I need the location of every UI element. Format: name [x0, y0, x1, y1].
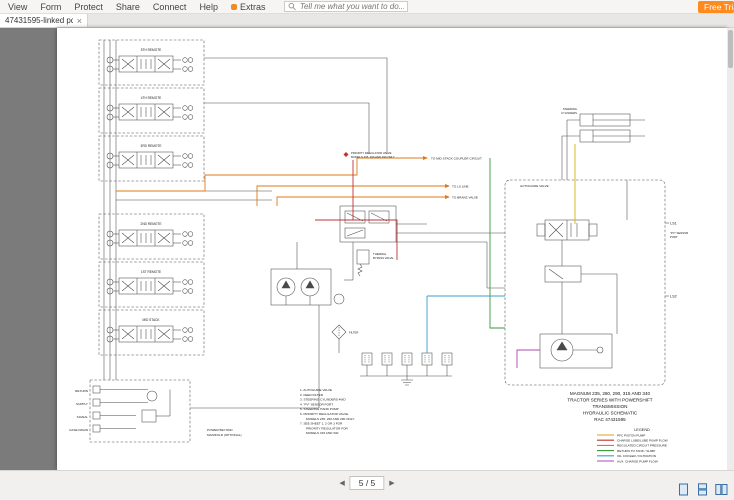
menu-item-view[interactable]: View — [8, 2, 27, 12]
remote-label: 4TH REMOTE — [141, 96, 162, 100]
title-line-1: MAGNUM 235, 260, 290, 315 AND 340 — [570, 391, 651, 396]
page-navigation: ◀ 5 / 5 ▶ — [339, 476, 394, 490]
menu-item-connect[interactable]: Connect — [153, 2, 187, 12]
remote-valve-section-1: 5TH REMOTE — [99, 40, 204, 85]
menu-item-form[interactable]: Form — [40, 2, 61, 12]
remote-label: 5TH REMOTE — [141, 48, 162, 52]
note-line: 5. STEERING HAND PUMP — [300, 407, 339, 411]
legend-label-4: RETURN TO TANK / SUMP — [617, 449, 655, 453]
legend-label-5: OIL COOLER / FILTRATION — [617, 454, 656, 458]
port-case-drain-label: CASE DRAIN — [69, 428, 88, 432]
port-supply-label: SUPPLY — [76, 402, 88, 406]
menu-item-extras[interactable]: Extras — [231, 2, 266, 12]
note-line: MODELS 235, 260 AND 290 ONLY. — [306, 417, 355, 421]
view-mode-controls — [677, 483, 728, 496]
thermal-bypass-valve — [357, 250, 369, 276]
remote-valve-section-6: MID STACK — [99, 310, 204, 355]
priority-valve-block — [340, 206, 505, 288]
tab-close-icon[interactable]: × — [77, 16, 82, 26]
menu-item-protect[interactable]: Protect — [74, 2, 103, 12]
document-view-area: 5TH REMOTE 4TH REMOTE — [0, 28, 734, 470]
facing-view-icon[interactable] — [715, 483, 728, 496]
annotation-ls1: LS1 — [670, 222, 677, 226]
remote-valve-section-4: 2ND REMOTE — [99, 214, 204, 259]
status-bar: ◀ 5 / 5 ▶ — [0, 470, 734, 500]
remote-label: 1ST REMOTE — [141, 270, 161, 274]
legend: LEGEND PFC PISTON PUMP CHARGE LUBE/LUBE … — [597, 428, 668, 463]
document-tab-bar: 47431595-linked pdf.pdf × — [0, 14, 734, 28]
prev-page-button[interactable]: ◀ — [339, 479, 344, 487]
title-line-4: HYDRAULIC SCHEMATIC — [583, 411, 638, 416]
note-line: MODELS 315 AND 340 — [306, 431, 339, 435]
annotation-autoguide: AUTOGUIDE VALVE — [520, 184, 549, 188]
note-line: 3. STEERING CYLINDERS 4WD — [300, 398, 346, 402]
circuit-lines — [116, 144, 575, 368]
continuous-view-icon[interactable] — [696, 483, 709, 496]
power-beyond-manifold: RETURN SUPPLY SIGNAL CASE DRAIN — [69, 380, 190, 442]
note-line: 1. AUTOGUIDE VALVE — [300, 388, 332, 392]
menu-item-help[interactable]: Help — [199, 2, 218, 12]
note-line: 2. FEED FILTER — [300, 393, 324, 397]
remote-valve-section-5: 1ST REMOTE — [99, 262, 204, 307]
lower-valve-row — [360, 353, 452, 385]
note-line: 6. PRIORITY REGULATOR VALVE — [300, 412, 348, 416]
title-block: MAGNUM 235, 260, 290, 315 AND 340 TRACTO… — [567, 391, 652, 422]
menu-item-extras-label: Extras — [240, 2, 266, 12]
remote-label: 3RD REMOTE — [141, 144, 162, 148]
scrollbar-thumb[interactable] — [728, 30, 733, 68]
document-tab[interactable]: 47431595-linked pdf.pdf × — [0, 14, 88, 27]
steering-cylinders — [562, 114, 645, 180]
vertical-scrollbar[interactable] — [727, 28, 734, 470]
legend-label-2: CHARGE LUBE/LUBE PUMP FLOW — [617, 439, 668, 443]
legend-label-6: AUX. CHARGE PUMP FLOW — [617, 459, 658, 463]
power-beyond-label-1: POWER BEYOND — [207, 428, 233, 432]
note-line: 7. SEE SHEET 1, 2 OR 3 FOR — [300, 422, 343, 426]
annotation-filter: FILTER — [349, 331, 358, 335]
assistant-search-box[interactable] — [284, 1, 408, 12]
next-page-button[interactable]: ▶ — [389, 479, 394, 487]
page-number-indicator[interactable]: 5 / 5 — [350, 476, 385, 490]
remote-valve-section-2: 4TH REMOTE — [99, 88, 204, 133]
annotation-mid-stack: TO MID STACK COUPLER CIRCUIT — [431, 157, 482, 161]
remote-label: 2ND REMOTE — [141, 222, 162, 226]
free-trial-button[interactable]: Free Trial — [698, 1, 734, 13]
remote-valve-section-3: 3RD REMOTE — [99, 136, 204, 181]
annotation-ls-line: TO LS LINE — [452, 185, 469, 189]
title-line-2: TRACTOR SERIES WITH POWERSHIFT — [567, 398, 652, 403]
note-line: PRIORITY REGULATOR FOR — [306, 426, 349, 430]
port-signal-label: SIGNAL — [77, 415, 89, 419]
annotation-priority-2: MODELS 235, 260 AND 290 ONLY — [351, 155, 395, 159]
note-line: 4. "PV" SENSOR PORT — [300, 402, 333, 406]
autoguide-valve-assembly — [505, 180, 669, 385]
menu-bar: View Form Protect Share Connect Help Ext… — [0, 0, 734, 14]
annotation-ls2: LS2 — [670, 295, 677, 299]
legend-label-3: REGULATED CIRCUIT PRESSURE — [617, 444, 667, 448]
pump-assembly — [271, 242, 353, 305]
notes-list: 1. AUTOGUIDE VALVE 2. FEED FILTER 3. STE… — [300, 388, 355, 435]
remote-label: MID STACK — [142, 318, 160, 322]
power-beyond-label-2: MANIFOLD (OPTIONAL) — [207, 433, 242, 437]
port-return-label: RETURN — [75, 389, 88, 393]
annotation-brake-valve: TO BRAKE VALVE — [452, 196, 478, 200]
title-line-5: RAC 47431595 — [594, 417, 626, 422]
legend-title: LEGEND — [634, 428, 650, 432]
annotation-pv-sensor-2: PORT — [670, 235, 678, 239]
title-line-3: TRANSMISSION — [593, 404, 628, 409]
search-icon — [288, 2, 296, 11]
annotation-steering-2: CYLINDERS — [561, 111, 577, 115]
document-tab-title: 47431595-linked pdf.pdf — [5, 16, 73, 25]
pdf-page: 5TH REMOTE 4TH REMOTE — [57, 28, 727, 470]
menu-item-share[interactable]: Share — [116, 2, 140, 12]
filter-symbol — [332, 325, 346, 353]
hydraulic-schematic: 5TH REMOTE 4TH REMOTE — [57, 28, 727, 470]
legend-label-1: PFC PISTON PUMP — [617, 433, 645, 437]
extras-icon — [231, 4, 237, 10]
single-page-view-icon[interactable] — [677, 483, 690, 496]
annotation-thermal-2: BYPASS VALVE — [373, 256, 393, 260]
search-input[interactable] — [297, 2, 405, 11]
